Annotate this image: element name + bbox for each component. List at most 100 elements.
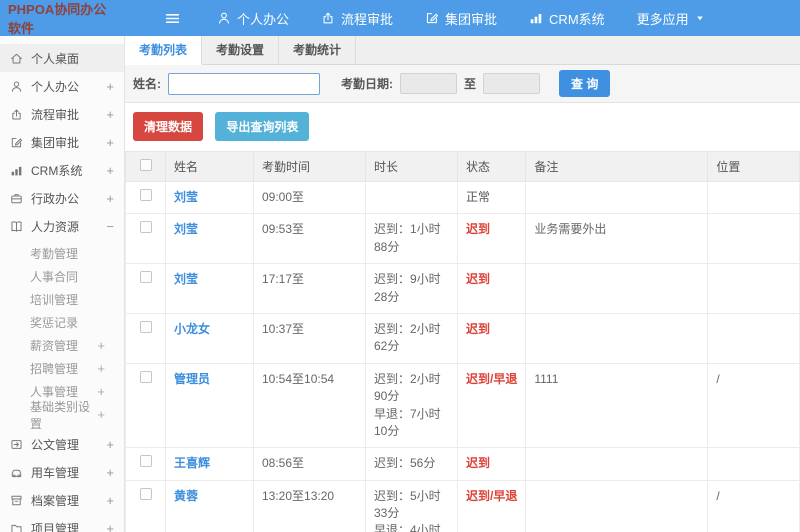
- location-cell: /: [707, 479, 800, 532]
- attendance-time-cell: 13:20至13:20: [253, 479, 366, 532]
- attendance-time-cell: 10:37至: [253, 312, 366, 364]
- expand-toggle-icon[interactable]: +: [106, 437, 114, 452]
- location-cell: [707, 213, 800, 265]
- action-row: 清理数据 导出查询列表: [125, 103, 800, 151]
- project-icon: [10, 522, 23, 532]
- duration-line: 迟到：56分: [374, 456, 436, 471]
- expand-toggle-icon[interactable]: +: [97, 361, 105, 376]
- sidebar-subitem-personnel-contract[interactable]: 人事合同: [0, 265, 124, 288]
- sidebar-item-document-management[interactable]: 公文管理 +: [0, 430, 124, 458]
- employee-name-cell: 黄蓉: [165, 479, 254, 532]
- expand-toggle-icon[interactable]: +: [97, 384, 105, 399]
- expand-toggle-icon[interactable]: +: [106, 191, 114, 206]
- status-badge: 迟到: [466, 222, 491, 237]
- note-cell: [525, 447, 709, 481]
- expand-toggle-icon[interactable]: +: [106, 465, 114, 480]
- column-header: 备注: [525, 151, 709, 182]
- sidebar-subitem-base-category-settings[interactable]: 基础类别设置 +: [0, 400, 124, 431]
- row-checkbox[interactable]: [139, 189, 152, 201]
- search-button[interactable]: 查 询: [559, 70, 611, 97]
- expand-toggle-icon[interactable]: +: [106, 163, 114, 178]
- tab-attendance-settings[interactable]: 考勤设置: [202, 36, 280, 64]
- expand-toggle-icon[interactable]: +: [106, 521, 114, 532]
- table-row: 刘莹 17:17至 迟到：9小时28分 迟到: [125, 263, 800, 314]
- sidebar-subitem-reward-punishment-records[interactable]: 奖惩记录: [0, 311, 124, 334]
- table-row: 王喜辉 08:56至 迟到：56分 迟到: [125, 447, 800, 481]
- sidebar-subitem-recruitment-management[interactable]: 招聘管理 +: [0, 357, 124, 380]
- employee-name-link[interactable]: 刘莹: [174, 272, 198, 286]
- sidebar-item-personal-desktop[interactable]: 个人桌面: [0, 44, 124, 72]
- row-checkbox[interactable]: [139, 271, 152, 284]
- employee-name-cell: 刘莹: [165, 180, 254, 215]
- sidebar-item-group-approval[interactable]: 集团审批 +: [0, 128, 124, 156]
- sidebar-subitem-label: 薪资管理: [30, 339, 79, 353]
- note-cell: [525, 263, 709, 314]
- row-checkbox[interactable]: [139, 221, 152, 234]
- row-checkbox[interactable]: [139, 320, 152, 333]
- duration-cell: 迟到：5小时33分早退：4小时67分: [365, 479, 458, 532]
- topnav-item-more-apps[interactable]: 更多应用: [637, 9, 705, 28]
- attendance-time-cell: 17:17至: [253, 263, 366, 314]
- tab-attendance-list[interactable]: 考勤列表: [125, 36, 203, 65]
- column-header: 时长: [365, 151, 458, 182]
- date-to-input[interactable]: [483, 73, 541, 94]
- share-icon: [10, 108, 23, 121]
- sidebar-subitem-attendance-management[interactable]: 考勤管理: [0, 242, 124, 265]
- sidebar-item-personal-office[interactable]: 个人办公 +: [0, 72, 124, 100]
- location-cell: [707, 447, 800, 481]
- status-cell: 迟到: [456, 447, 527, 481]
- topnav-item-personal-office[interactable]: 个人办公: [217, 9, 289, 28]
- row-checkbox[interactable]: [139, 487, 152, 500]
- employee-name-link[interactable]: 小龙女: [174, 322, 210, 336]
- sidebar-subitem-salary-management[interactable]: 薪资管理 +: [0, 334, 124, 357]
- topnav-item-workflow-approval[interactable]: 流程审批: [321, 9, 393, 28]
- attendance-time-cell: 08:56至: [253, 447, 366, 481]
- name-filter-input[interactable]: [168, 72, 320, 95]
- expand-toggle-icon[interactable]: +: [97, 407, 105, 422]
- sidebar-subitem-training-management[interactable]: 培训管理: [0, 288, 124, 311]
- employee-name-link[interactable]: 王喜辉: [174, 456, 210, 470]
- employee-name-link[interactable]: 刘莹: [174, 190, 198, 204]
- caret-down-icon: [695, 13, 705, 23]
- status-badge: 迟到/早退: [466, 488, 518, 503]
- export-list-button[interactable]: 导出查询列表: [215, 112, 310, 141]
- menu-icon[interactable]: [164, 10, 181, 27]
- sidebar-item-label: CRM系统: [31, 163, 83, 178]
- expand-toggle-icon[interactable]: +: [106, 79, 114, 94]
- employee-name-link[interactable]: 黄蓉: [174, 489, 198, 503]
- topnav-item-group-approval[interactable]: 集团审批: [425, 9, 497, 28]
- sidebar-item-project-management[interactable]: 项目管理 +: [0, 514, 124, 532]
- tab-attendance-statistics[interactable]: 考勤统计: [279, 36, 357, 64]
- sidebar-item-human-resources[interactable]: 人力资源 −: [0, 212, 124, 240]
- filter-bar: 姓名: 考勤日期: 至 查 询: [125, 65, 800, 103]
- sidebar-item-admin-office[interactable]: 行政办公 +: [0, 184, 124, 212]
- topnav-item-label: 更多应用: [636, 11, 689, 27]
- row-checkbox[interactable]: [139, 370, 152, 383]
- status-badge: 正常: [466, 190, 491, 204]
- select-all-checkbox[interactable]: [139, 159, 152, 171]
- expand-toggle-icon[interactable]: +: [106, 107, 114, 122]
- duration-cell: 迟到：1小时88分: [365, 213, 458, 265]
- sidebar-subitem-label: 培训管理: [30, 293, 79, 307]
- date-range-to-label: 至: [464, 77, 477, 91]
- status-cell: 正常: [456, 180, 527, 215]
- expand-toggle-icon[interactable]: −: [106, 219, 114, 234]
- expand-toggle-icon[interactable]: +: [97, 338, 105, 353]
- briefcase-icon: [10, 192, 23, 205]
- sidebar-item-crm-system[interactable]: CRM系统 +: [0, 156, 124, 184]
- employee-name-link[interactable]: 刘莹: [174, 222, 198, 236]
- topnav-item-crm-system[interactable]: CRM系统: [529, 9, 605, 28]
- sidebar-item-workflow-approval[interactable]: 流程审批 +: [0, 100, 124, 128]
- date-from-input[interactable]: [400, 73, 457, 94]
- sidebar-item-archive-management[interactable]: 档案管理 +: [0, 486, 124, 514]
- row-select-cell: [125, 362, 166, 449]
- row-checkbox[interactable]: [139, 455, 152, 468]
- table-header-row: 姓名 考勤时间 时长 状态 备注 位置: [125, 151, 800, 182]
- duration-cell: [365, 180, 458, 215]
- duration-cell: 迟到：2小时62分: [365, 312, 458, 364]
- expand-toggle-icon[interactable]: +: [106, 135, 114, 150]
- employee-name-link[interactable]: 管理员: [174, 372, 210, 386]
- clean-data-button[interactable]: 清理数据: [133, 112, 204, 141]
- expand-toggle-icon[interactable]: +: [106, 493, 114, 508]
- sidebar-item-vehicle-management[interactable]: 用车管理 +: [0, 458, 124, 486]
